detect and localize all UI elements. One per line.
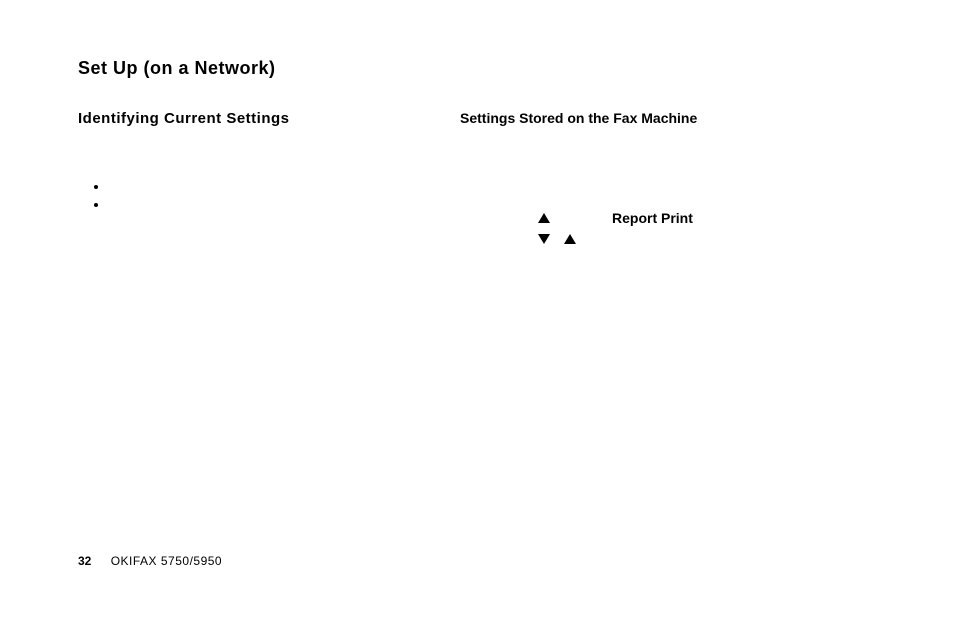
report-label: Report Print [612, 210, 693, 226]
triangle-down-icon [538, 234, 550, 244]
list-item [108, 197, 428, 213]
bullet-list [108, 179, 428, 213]
arrow-row-2 [538, 234, 693, 244]
list-item [108, 179, 428, 195]
manual-name: OKIFAX 5750/5950 [111, 554, 222, 568]
triangle-up-icon [564, 234, 576, 244]
right-column: Settings Stored on the Fax Machine Repor… [460, 110, 880, 126]
document-page: Set Up (on a Network) Identifying Curren… [0, 0, 954, 618]
left-subheading: Identifying Current Settings [78, 110, 428, 127]
left-column: Identifying Current Settings [78, 110, 428, 215]
page-number: 32 [78, 554, 91, 568]
footer: 32 OKIFAX 5750/5950 [78, 554, 222, 568]
report-block: Report Print [538, 210, 693, 244]
arrow-row-1: Report Print [538, 210, 693, 226]
main-heading: Set Up (on a Network) [78, 58, 276, 79]
right-subheading: Settings Stored on the Fax Machine [460, 110, 880, 126]
triangle-up-icon [538, 213, 550, 223]
